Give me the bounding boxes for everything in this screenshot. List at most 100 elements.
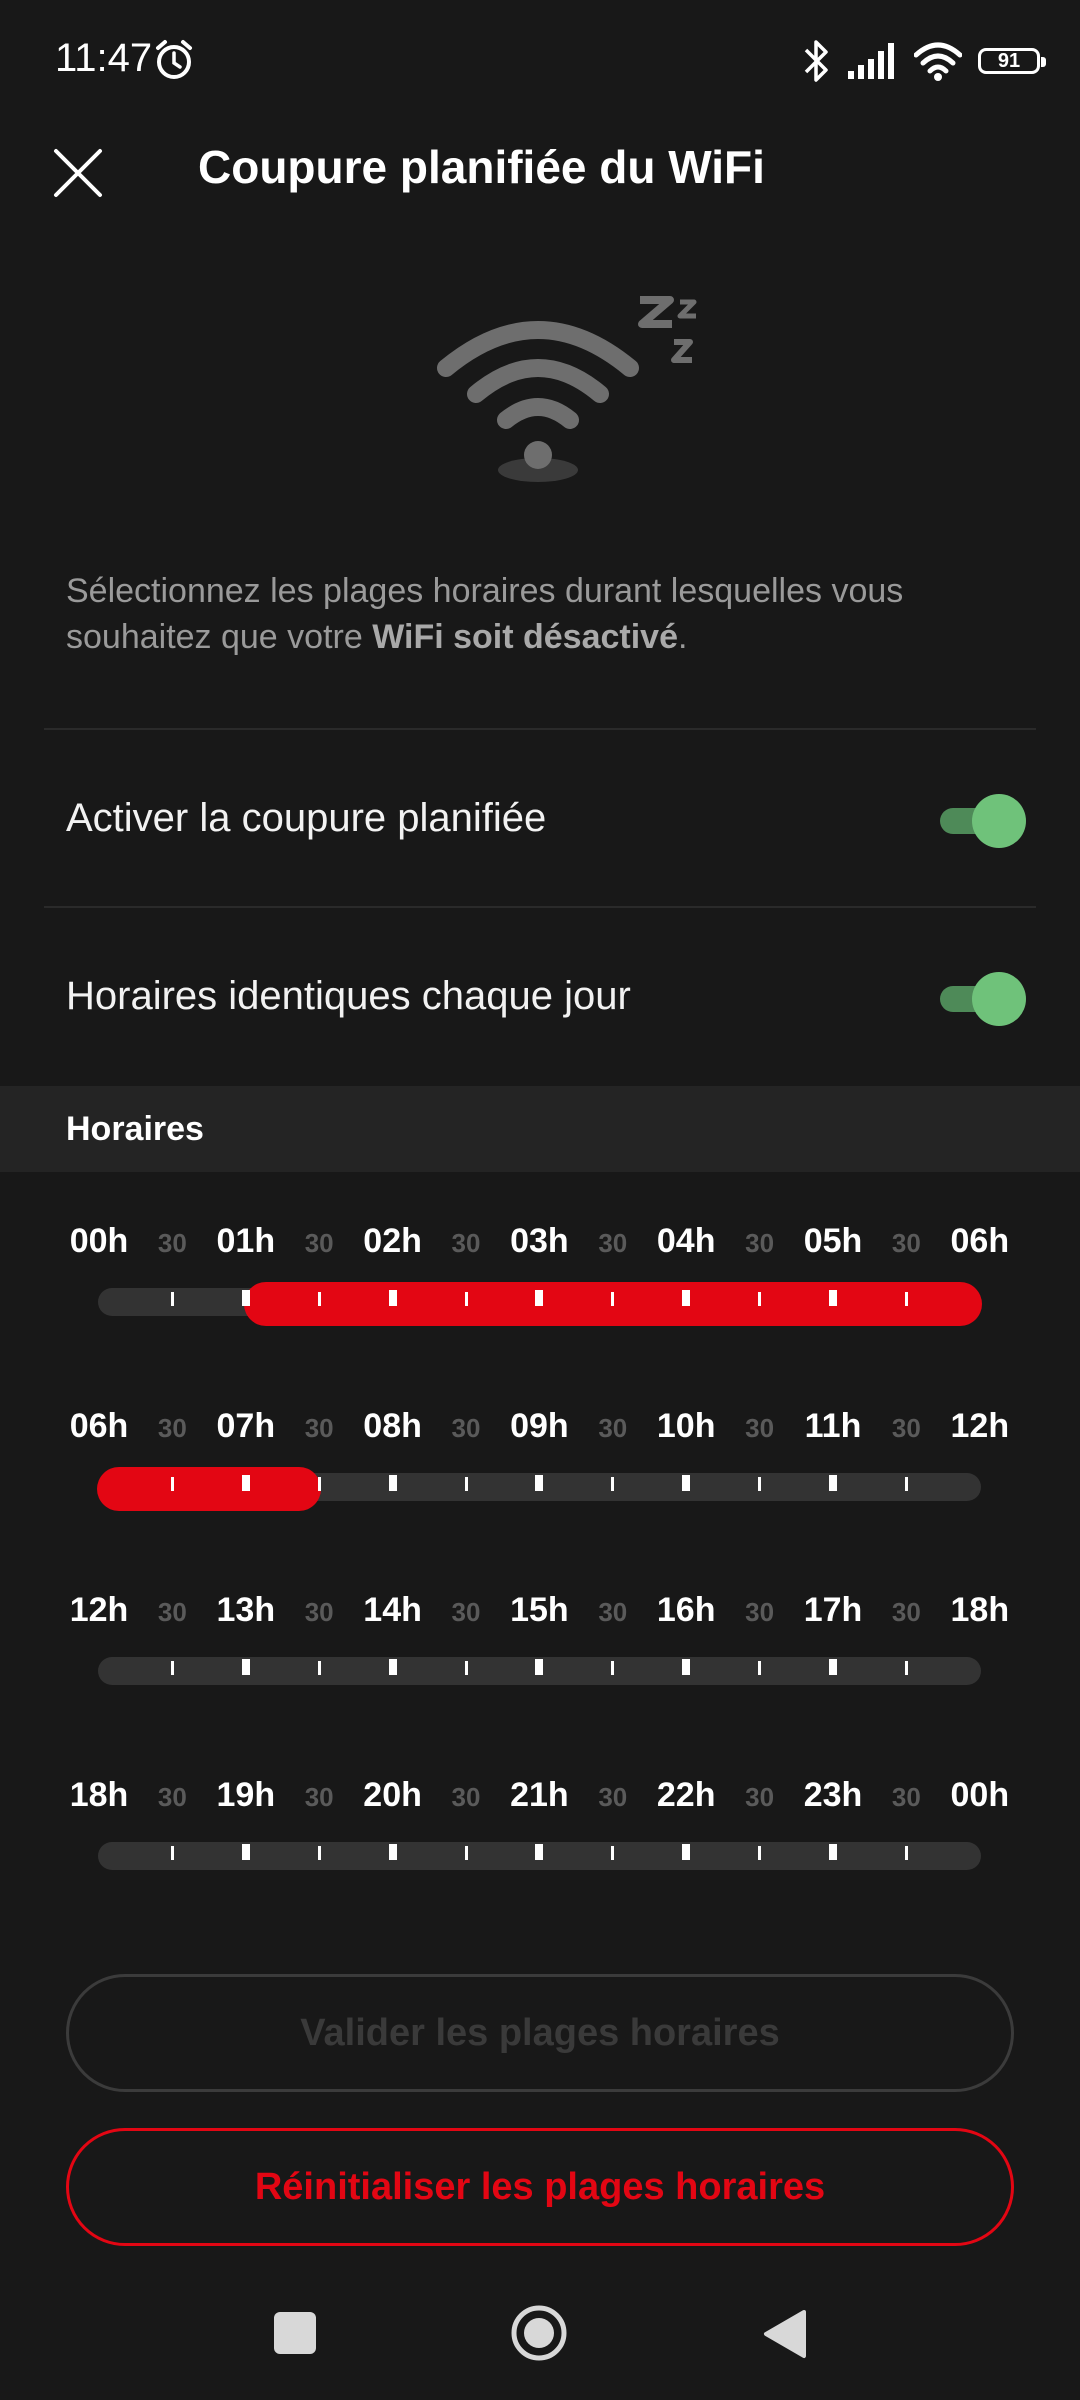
divider <box>44 728 1036 730</box>
hour-label: 20h <box>363 1776 422 1814</box>
half-hour-label: 30 <box>745 1413 775 1443</box>
half-hour-tick <box>611 1846 615 1860</box>
battery-level: 91 <box>997 49 1021 72</box>
half-hour-label: 30 <box>598 1413 628 1443</box>
hour-tick <box>682 1290 691 1306</box>
half-hour-tick <box>317 1292 321 1306</box>
half-hour-tick <box>464 1292 468 1306</box>
half-hour-label: 30 <box>745 1597 775 1627</box>
description-bold: WiFi soit désactivé <box>372 618 678 656</box>
half-hour-label: 30 <box>745 1228 775 1258</box>
half-hour-label: 30 <box>157 1597 187 1627</box>
hour-tick <box>388 1659 397 1675</box>
wifi-off-range[interactable] <box>97 1467 322 1511</box>
hour-tick <box>388 1290 397 1306</box>
hour-tick <box>241 1290 250 1306</box>
half-hour-tick <box>464 1846 468 1860</box>
toggle-label-scheduled-cut: Activer la coupure planifiée <box>66 796 547 840</box>
toggle-thumb <box>972 972 1026 1026</box>
half-hour-tick <box>611 1477 615 1491</box>
hour-label: 10h <box>656 1407 716 1445</box>
hour-tick <box>829 1475 837 1491</box>
hour-label: 16h <box>656 1591 716 1629</box>
status-time: 11:47 <box>55 36 153 80</box>
half-hour-label: 30 <box>304 1413 334 1443</box>
half-hour-label: 30 <box>598 1228 628 1258</box>
half-hour-tick <box>611 1292 615 1306</box>
home-button[interactable] <box>510 2304 568 2362</box>
hour-label: 09h <box>510 1407 569 1445</box>
back-button[interactable] <box>760 2308 808 2360</box>
half-hour-tick <box>170 1292 174 1306</box>
hour-label: 08h <box>363 1407 422 1445</box>
hour-label: 19h <box>216 1776 276 1814</box>
hour-tick <box>829 1290 837 1306</box>
half-hour-label: 30 <box>451 1597 481 1627</box>
half-hour-tick <box>904 1477 908 1491</box>
page-title: Coupure planifiée du WiFi <box>198 141 765 193</box>
description-text: Sélectionnez les plages horaires durant … <box>66 568 966 660</box>
hour-tick <box>829 1844 837 1860</box>
bluetooth-icon <box>804 40 828 82</box>
hour-tick <box>682 1659 691 1675</box>
description-suffix: . <box>678 618 688 656</box>
half-hour-label: 30 <box>891 1782 921 1812</box>
hour-label: 04h <box>656 1222 716 1260</box>
half-hour-label: 30 <box>891 1228 921 1258</box>
half-hour-tick <box>464 1477 468 1491</box>
recent-apps-button[interactable] <box>274 2312 316 2354</box>
hour-tick <box>535 1659 544 1675</box>
hour-label: 17h <box>803 1591 863 1629</box>
half-hour-label: 30 <box>451 1413 481 1443</box>
schedule-row[interactable]: 12h 30 13h 30 14h 30 15h 30 16h 30 17h 30 18h <box>0 1591 1080 1741</box>
hour-label: 12h <box>950 1407 1010 1445</box>
half-hour-label: 30 <box>304 1597 334 1627</box>
toggle-thumb <box>972 794 1026 848</box>
hour-tick <box>535 1475 544 1491</box>
hour-label: 03h <box>510 1222 569 1260</box>
section-title: Horaires <box>66 1110 204 1148</box>
hour-label: 06h <box>69 1407 129 1445</box>
schedule-row[interactable]: 00h 30 01h 30 02h 30 03h 30 04h 30 05h 30 06h <box>0 1222 1080 1372</box>
hour-label: 15h <box>510 1591 569 1629</box>
half-hour-label: 30 <box>745 1782 775 1812</box>
half-hour-tick <box>758 1477 762 1491</box>
hour-label: 07h <box>216 1407 276 1445</box>
half-hour-tick <box>464 1661 468 1675</box>
half-hour-label: 30 <box>157 1228 187 1258</box>
hour-tick <box>388 1844 397 1860</box>
hour-label: 12h <box>69 1591 129 1629</box>
half-hour-tick <box>317 1661 321 1675</box>
close-icon[interactable] <box>50 145 106 201</box>
wifi-icon <box>914 42 962 81</box>
validate-button[interactable]: Valider les plages horaires <box>66 1974 1014 2092</box>
schedule-row[interactable]: 06h 30 07h 30 08h 30 09h 30 10h 30 11h 30 12h <box>0 1407 1080 1557</box>
wifi-sleep-icon <box>437 296 697 482</box>
status-icons: 91 <box>802 36 1046 86</box>
hour-tick <box>535 1844 544 1860</box>
hour-label: 18h <box>950 1591 1010 1629</box>
half-hour-tick <box>904 1661 908 1675</box>
hour-tick <box>535 1290 544 1306</box>
hour-tick <box>682 1844 691 1860</box>
half-hour-tick <box>317 1846 321 1860</box>
toggle-same-hours[interactable] <box>936 970 1026 1026</box>
hour-label: 18h <box>69 1776 129 1814</box>
toggle-scheduled-cut[interactable] <box>936 792 1026 848</box>
half-hour-tick <box>758 1661 762 1675</box>
half-hour-tick <box>758 1846 762 1860</box>
half-hour-label: 30 <box>891 1597 921 1627</box>
hour-label: 11h <box>804 1407 862 1445</box>
half-hour-label: 30 <box>598 1782 628 1812</box>
hour-tick <box>241 1475 250 1491</box>
half-hour-label: 30 <box>451 1228 481 1258</box>
half-hour-tick <box>317 1477 321 1491</box>
half-hour-label: 30 <box>891 1413 921 1443</box>
reset-button[interactable]: Réinitialiser les plages horaires <box>66 2128 1014 2246</box>
toggle-label-same-hours: Horaires identiques chaque jour <box>66 974 631 1018</box>
hour-label: 23h <box>803 1776 863 1814</box>
half-hour-tick <box>904 1846 908 1860</box>
schedule-row[interactable]: 18h 30 19h 30 20h 30 21h 30 22h 30 23h 30 00h <box>0 1776 1080 1926</box>
half-hour-label: 30 <box>451 1782 481 1812</box>
hour-label: 13h <box>216 1591 276 1629</box>
